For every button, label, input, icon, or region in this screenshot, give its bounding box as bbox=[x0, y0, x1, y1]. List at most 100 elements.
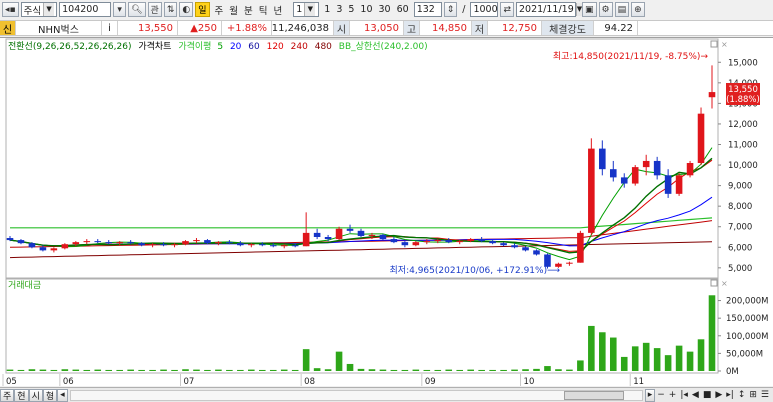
gwan-button[interactable]: 관 bbox=[147, 2, 162, 17]
scroll-right-icon[interactable]: ▸ bbox=[644, 388, 656, 402]
scroll-thumb[interactable] bbox=[563, 390, 624, 400]
volume-bar bbox=[182, 369, 189, 371]
total-count-input[interactable]: 1000 bbox=[470, 2, 499, 17]
play-right-icon[interactable]: ▶ bbox=[713, 390, 724, 400]
link-icon[interactable]: ⇅ bbox=[163, 2, 178, 17]
zoom-icon[interactable]: ⊕ bbox=[631, 2, 645, 17]
candle-body bbox=[423, 241, 431, 243]
color-scheme-icon[interactable]: ◐ bbox=[179, 2, 194, 17]
play-left-icon[interactable]: ◀ bbox=[690, 390, 701, 400]
tab-week[interactable]: 주 bbox=[212, 3, 227, 17]
maximize-icon[interactable] bbox=[710, 40, 718, 48]
volume-bar bbox=[50, 369, 58, 371]
legend-ma120[interactable]: 120 bbox=[267, 42, 284, 52]
candle-body bbox=[697, 113, 705, 163]
bottom-bar: 주 현 시 형 ◂ ▸ − + |◂ ◀ ■ ▶ ▸| ↕ ⊞ ☰ bbox=[0, 387, 773, 402]
month-label: 10 bbox=[524, 377, 535, 387]
volume-bar bbox=[599, 332, 606, 371]
minute-options: 1 3 5 10 30 60 bbox=[321, 4, 411, 15]
search-icon[interactable]: 🔍︎ bbox=[128, 2, 146, 17]
volume-bar bbox=[215, 369, 222, 371]
close-icon[interactable]: × bbox=[721, 40, 728, 49]
window-icon[interactable]: ▣ bbox=[581, 2, 597, 17]
volume-bar bbox=[544, 366, 551, 371]
bar-left-icon[interactable]: |◂ bbox=[678, 390, 690, 400]
candle-body bbox=[138, 243, 145, 246]
volume-bar bbox=[17, 369, 25, 371]
horizontal-scrollbar[interactable] bbox=[69, 389, 643, 401]
date-value: 2021/11/19 bbox=[518, 4, 574, 15]
candle-body bbox=[445, 240, 453, 243]
ma5-line bbox=[9, 147, 713, 261]
zoom-out-icon[interactable]: − bbox=[655, 390, 667, 400]
volume-legend[interactable]: 거래대금 bbox=[8, 280, 41, 291]
search-dropdown-button[interactable]: ▾ bbox=[113, 2, 127, 17]
legend-ma5[interactable]: 5 bbox=[217, 42, 223, 52]
tab-tick[interactable]: 틱 bbox=[256, 3, 271, 17]
credit-badge: 신 bbox=[0, 21, 16, 36]
volume-bar bbox=[346, 363, 354, 371]
total-count-value: 1000 bbox=[473, 4, 498, 15]
zoom-in-icon[interactable]: + bbox=[667, 390, 679, 400]
candle-body bbox=[368, 234, 376, 236]
grid-icon[interactable]: ⊞ bbox=[747, 390, 759, 400]
stop-icon[interactable]: ■ bbox=[701, 390, 714, 400]
volume-close-icon[interactable]: × bbox=[721, 279, 728, 288]
stock-code-input[interactable]: 104200 bbox=[59, 2, 112, 17]
count-input[interactable]: 132 bbox=[413, 2, 442, 17]
period-day-button[interactable]: 일 bbox=[195, 2, 210, 17]
candle-body bbox=[357, 230, 365, 236]
lock-icon[interactable]: ◂▪ bbox=[2, 2, 19, 17]
volume-bar bbox=[412, 369, 420, 371]
volume-bar bbox=[653, 348, 661, 371]
tab-month[interactable]: 월 bbox=[226, 3, 241, 17]
legend-ma20[interactable]: 20 bbox=[230, 42, 242, 52]
legend-ma480[interactable]: 480 bbox=[315, 42, 332, 52]
volume-bar bbox=[642, 342, 650, 371]
reset-icon[interactable]: ↕ bbox=[736, 390, 748, 400]
bottom-tab-ju[interactable]: 주 bbox=[0, 388, 15, 402]
stock-chart[interactable]: 15,00014,00013,00012,00011,00010,0009,00… bbox=[0, 37, 773, 387]
minute-option-30[interactable]: 30 bbox=[376, 4, 394, 15]
volume-bar bbox=[258, 369, 266, 371]
minute-option-5[interactable]: 5 bbox=[345, 4, 357, 15]
tab-year[interactable]: 년 bbox=[271, 3, 286, 17]
minute-option-3[interactable]: 3 bbox=[333, 4, 345, 15]
legend-ichimoku[interactable]: 전환선(9,26,26,52,26,26,26) bbox=[8, 40, 131, 52]
print-icon[interactable]: ▤ bbox=[614, 2, 630, 17]
legend-ma-label[interactable]: 가격이평 bbox=[178, 40, 211, 52]
legend-ma60[interactable]: 60 bbox=[248, 42, 260, 52]
candle-body bbox=[588, 148, 595, 233]
candle-body bbox=[83, 241, 91, 243]
apply-icon[interactable]: ⇄ bbox=[500, 2, 514, 17]
bottom-tab-si[interactable]: 시 bbox=[28, 388, 43, 402]
legend-price-chart[interactable]: 가격차트 bbox=[138, 40, 171, 52]
minute-option-60[interactable]: 60 bbox=[394, 4, 412, 15]
chevron-down-icon: ▼ bbox=[43, 3, 55, 16]
legend-bb[interactable]: BB_상한선(240,2.00) bbox=[339, 41, 428, 52]
settings-icon[interactable]: ⚙ bbox=[598, 2, 613, 17]
scroll-left-icon[interactable]: ◂ bbox=[57, 388, 68, 402]
volume-bar bbox=[577, 360, 584, 371]
unit-select[interactable]: 1 ▼ bbox=[293, 2, 320, 17]
legend-ma240[interactable]: 240 bbox=[291, 42, 308, 52]
volume-maximize-icon[interactable] bbox=[710, 279, 718, 287]
bar-right-icon[interactable]: ▸| bbox=[724, 390, 736, 400]
candle-body bbox=[566, 262, 573, 264]
candle-body bbox=[6, 238, 14, 241]
price-tick-label: 10,000 bbox=[728, 161, 758, 171]
minute-option-10[interactable]: 10 bbox=[357, 4, 375, 15]
volume-bar bbox=[138, 369, 145, 371]
bottom-tab-hyeon[interactable]: 현 bbox=[14, 388, 29, 402]
date-select[interactable]: 2021/11/19 ▼ bbox=[515, 2, 583, 17]
market-select[interactable]: 주식 ▼ bbox=[20, 2, 58, 17]
candle-body bbox=[642, 160, 650, 168]
count-stepper[interactable]: ⇕ bbox=[443, 2, 458, 17]
minute-option-1[interactable]: 1 bbox=[321, 4, 333, 15]
candle-body bbox=[127, 242, 134, 244]
bottom-tab-hyeong[interactable]: 형 bbox=[42, 388, 58, 402]
list-icon[interactable]: ☰ bbox=[759, 390, 773, 400]
month-label: 07 bbox=[184, 377, 195, 387]
info-icon[interactable]: i bbox=[102, 21, 118, 35]
tab-minute[interactable]: 분 bbox=[241, 3, 256, 17]
